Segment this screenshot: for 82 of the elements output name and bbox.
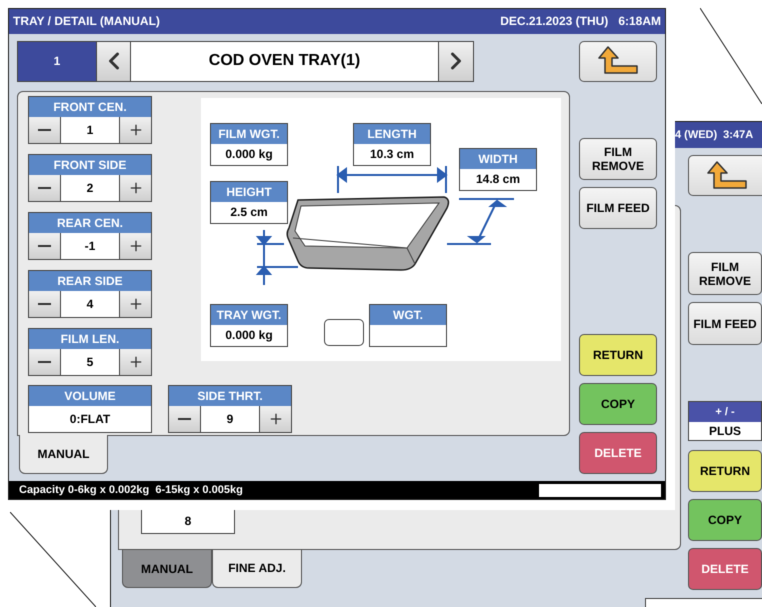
tray-number: 1: [18, 42, 96, 81]
plus-icon: [268, 410, 284, 427]
minus-icon: [38, 186, 51, 189]
tool-button[interactable]: FILM REMOVE: [579, 138, 657, 180]
plus-button[interactable]: [119, 232, 151, 259]
measurement-label: FILM WGT.: [211, 124, 287, 144]
plus-icon: [128, 180, 144, 196]
time-text: 3:47A: [723, 128, 754, 143]
plus-icon: [128, 238, 144, 254]
action-button[interactable]: COPY: [579, 383, 657, 426]
measurement-value: 2.5 cm: [230, 204, 268, 222]
empty-indicator: [324, 318, 364, 346]
return-arrow-icon: [597, 46, 639, 76]
plus-button[interactable]: [119, 290, 151, 317]
previous-button[interactable]: [96, 42, 131, 81]
status-text: Capacity 0-6kg x 0.002kg 6-15kg x 0.005kg: [19, 482, 243, 498]
sign-setting-value: PLUS: [708, 423, 742, 440]
tab[interactable]: FINE ADJ.: [212, 549, 302, 588]
tool-button[interactable]: FILM FEED: [579, 186, 657, 229]
height-arrow: [256, 230, 298, 285]
measurement-value: 0.000 kg: [225, 146, 273, 164]
measurement-label: LENGTH: [354, 124, 430, 144]
tab[interactable]: MANUAL: [19, 434, 108, 474]
measurement-label: WGT.: [370, 304, 446, 325]
spinner-label: FRONT CEN.: [29, 96, 151, 117]
minus-icon: [38, 302, 51, 305]
minus-icon: [38, 128, 51, 131]
tab[interactable]: MANUAL: [122, 549, 212, 588]
spinner-value: -1: [84, 238, 96, 255]
minus-button[interactable]: [29, 290, 61, 317]
plus-icon: [128, 296, 144, 312]
width-arrow: [447, 198, 514, 245]
plus-button[interactable]: [119, 174, 151, 201]
measurement-value: 0.000 kg: [225, 327, 273, 344]
action-button[interactable]: DELETE: [688, 548, 762, 590]
spinner-label: FRONT SIDE: [29, 154, 151, 175]
measurement-label: WIDTH: [460, 148, 536, 169]
date-text: 4 (WED): [675, 128, 718, 143]
minus-icon: [178, 418, 191, 420]
measurement-value: 10.3 cm: [370, 146, 414, 164]
back-button[interactable]: [688, 155, 762, 196]
plus-icon: [128, 122, 144, 138]
plus-icon: [128, 354, 144, 370]
tool-button[interactable]: FILM FEED: [688, 302, 762, 345]
action-button[interactable]: RETURN: [579, 334, 657, 376]
spinner-value: 1: [86, 122, 94, 139]
minus-button[interactable]: [169, 406, 201, 432]
spinner-value: 5: [86, 354, 94, 371]
minus-icon: [38, 360, 51, 363]
tray-name: COD OVEN TRAY(1): [131, 42, 438, 81]
minus-button[interactable]: [29, 174, 61, 201]
minus-button[interactable]: [29, 116, 61, 143]
next-button[interactable]: [438, 42, 473, 81]
spinner-label: SIDE THRT.: [169, 386, 291, 406]
spinner-label: REAR CEN.: [29, 212, 151, 233]
measurement-value: 14.8 cm: [476, 171, 520, 188]
action-button[interactable]: RETURN: [688, 450, 762, 492]
minus-button[interactable]: [29, 348, 61, 375]
return-arrow-icon: [706, 160, 748, 190]
spinner-value: 2: [86, 180, 94, 197]
window-title: TRAY / DETAIL (MANUAL): [13, 13, 160, 30]
measurement-label: TRAY WGT.: [211, 304, 287, 325]
date-text: DEC.21.2023 (THU): [500, 13, 608, 30]
action-button[interactable]: DELETE: [579, 432, 657, 474]
plus-button[interactable]: [119, 348, 151, 375]
minus-button[interactable]: [29, 232, 61, 259]
time-text: 6:18AM: [618, 13, 661, 30]
plus-button[interactable]: [119, 116, 151, 143]
action-button[interactable]: COPY: [688, 499, 762, 541]
value-text: 8: [184, 513, 192, 530]
back-button[interactable]: [579, 40, 657, 82]
spinner-value: 9: [226, 410, 234, 428]
volume-value: 0:FLAT: [68, 410, 112, 428]
spinner-value: 4: [86, 296, 94, 313]
measurement-label: HEIGHT: [211, 182, 287, 202]
tool-button[interactable]: FILM REMOVE: [688, 252, 762, 295]
sign-setting-label: + / -: [689, 402, 761, 422]
minus-icon: [38, 244, 51, 247]
spinner-label: FILM LEN.: [29, 328, 151, 349]
spinner-label: REAR SIDE: [29, 270, 151, 291]
plus-button[interactable]: [259, 406, 291, 432]
volume-label: VOLUME: [29, 386, 151, 406]
